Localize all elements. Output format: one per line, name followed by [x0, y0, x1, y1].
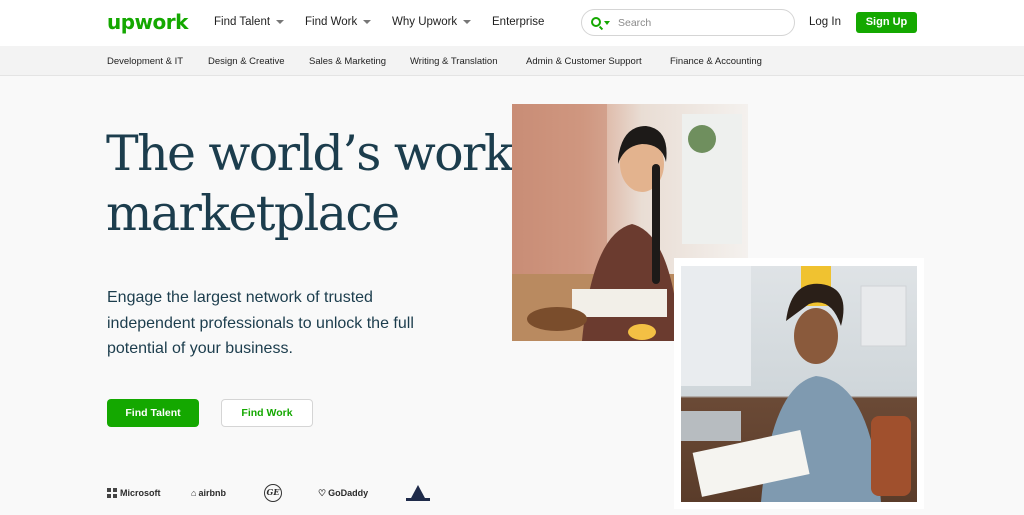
microsoft-logo-text: Microsoft: [120, 488, 161, 498]
nav-why-upwork[interactable]: Why Upwork: [392, 16, 472, 28]
upwork-logo[interactable]: upwork: [107, 10, 188, 34]
nav-find-talent-label: Find Talent: [214, 16, 271, 28]
microsoft-logo: Microsoft: [107, 482, 161, 504]
top-nav: upwork Find Talent Find Work Why Upwork …: [0, 0, 1024, 46]
godaddy-logo-text: GoDaddy: [328, 488, 369, 498]
hero-subtitle: Engage the largest network of trusted in…: [107, 289, 414, 357]
category-admin-support[interactable]: Admin & Customer Support: [526, 56, 642, 67]
chevron-down-icon: [276, 19, 285, 24]
man-writing-photo: [681, 266, 917, 502]
bissell-icon: [406, 485, 430, 501]
airbnb-icon: ⌂: [191, 488, 197, 498]
microsoft-icon: [107, 488, 117, 498]
category-development-it[interactable]: Development & IT: [107, 56, 183, 67]
signup-button[interactable]: Sign Up: [856, 12, 917, 33]
chevron-down-icon: [463, 19, 472, 24]
hero-headline-line1: The world’s work: [106, 125, 514, 182]
airbnb-logo-text: airbnb: [198, 488, 226, 498]
chevron-down-icon: [363, 19, 372, 24]
hero-headline: The world’s work marketplace: [106, 124, 526, 244]
nav-find-work[interactable]: Find Work: [305, 16, 372, 28]
ge-logo: GE: [264, 482, 282, 504]
category-finance-accounting[interactable]: Finance & Accounting: [670, 56, 762, 67]
nav-why-upwork-label: Why Upwork: [392, 16, 458, 28]
login-link[interactable]: Log In: [809, 16, 841, 28]
chevron-down-icon[interactable]: [604, 21, 610, 25]
category-sales-marketing[interactable]: Sales & Marketing: [309, 56, 386, 67]
godaddy-logo: ♡ GoDaddy: [318, 482, 368, 504]
bissell-logo: [405, 482, 431, 504]
search-input[interactable]: Search: [581, 9, 795, 36]
find-talent-button[interactable]: Find Talent: [107, 399, 199, 427]
category-bar: Development & IT Design & Creative Sales…: [0, 46, 1024, 76]
search-icon: [591, 17, 601, 27]
nav-find-talent[interactable]: Find Talent: [214, 16, 285, 28]
airbnb-logo: ⌂ airbnb: [191, 482, 226, 504]
ge-logo-mark: GE: [264, 484, 282, 502]
hero-headline-line2: marketplace: [106, 185, 400, 242]
godaddy-icon: ♡: [318, 487, 327, 498]
man-writing-illustration: [681, 266, 911, 502]
find-work-button[interactable]: Find Work: [221, 399, 313, 427]
hero-photo-freelancer-man: [674, 258, 924, 509]
category-writing-translation[interactable]: Writing & Translation: [410, 56, 497, 67]
nav-enterprise[interactable]: Enterprise: [492, 16, 544, 28]
search-placeholder: Search: [618, 17, 652, 29]
category-design-creative[interactable]: Design & Creative: [208, 56, 285, 67]
nav-find-work-label: Find Work: [305, 16, 358, 28]
